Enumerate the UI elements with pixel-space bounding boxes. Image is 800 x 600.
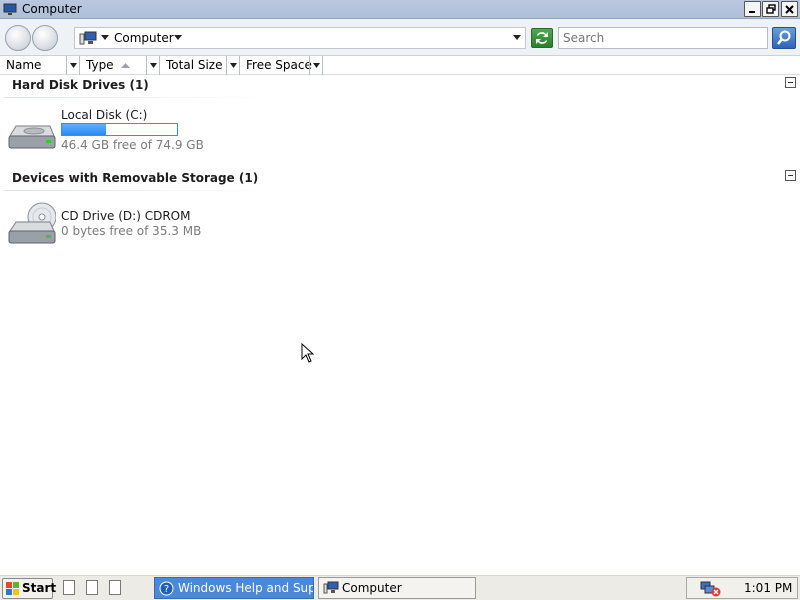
computer-icon — [79, 31, 97, 49]
disk-usage-fill — [62, 124, 106, 135]
maximize-button[interactable] — [762, 1, 779, 17]
minimize-icon — [749, 10, 755, 13]
restore-icon — [765, 4, 776, 14]
column-free-space[interactable]: Free Space — [240, 56, 323, 75]
cd-drive-icon[interactable] — [6, 201, 57, 249]
column-name[interactable]: Name — [0, 56, 80, 75]
search-box[interactable] — [558, 27, 768, 49]
collapse-group-button[interactable] — [785, 170, 796, 181]
chevron-down-icon — [313, 63, 320, 68]
breadcrumb[interactable]: Computer — [114, 31, 174, 45]
search-button[interactable] — [772, 27, 796, 49]
search-icon — [777, 30, 791, 45]
collapse-group-button[interactable] — [785, 77, 796, 88]
disk-usage-bar — [61, 123, 178, 136]
drive-free-space: 0 bytes free of 35.3 MB — [61, 224, 202, 238]
navigation-bar: Computer — [0, 19, 800, 56]
column-menu-button[interactable] — [146, 56, 160, 75]
drive-name[interactable]: CD Drive (D:) CDROM — [61, 209, 190, 223]
back-button[interactable] — [5, 25, 31, 51]
group-header-removable-storage[interactable]: Devices with Removable Storage (1) — [12, 171, 258, 185]
title-bar: Computer — [0, 0, 800, 19]
column-menu-button[interactable] — [66, 56, 80, 75]
svg-text:?: ? — [164, 584, 169, 595]
taskbar-button-help[interactable]: ? Windows Help and Sup... — [154, 577, 314, 599]
drive-free-space: 46.4 GB free of 74.9 GB — [61, 138, 204, 152]
windows-logo-icon — [6, 582, 19, 595]
chevron-down-icon[interactable] — [174, 35, 182, 40]
column-menu-button[interactable] — [226, 56, 240, 75]
quick-launch-icon[interactable] — [63, 580, 75, 595]
computer-icon — [3, 3, 17, 16]
quick-launch-icon[interactable] — [86, 580, 98, 595]
taskbar-button-computer[interactable]: Computer — [318, 577, 476, 599]
close-button[interactable] — [781, 1, 798, 17]
minimize-button[interactable] — [744, 1, 761, 17]
column-header: Name Type Total Size Free Space — [0, 56, 800, 75]
column-type[interactable]: Type — [80, 56, 160, 75]
chevron-down-icon — [230, 63, 237, 68]
system-tray: 1:01 PM — [686, 577, 798, 599]
group-header-hard-disks[interactable]: Hard Disk Drives (1) — [12, 78, 149, 92]
quick-launch-icon[interactable] — [109, 580, 121, 595]
search-input[interactable] — [559, 28, 767, 48]
close-icon — [785, 4, 794, 14]
start-button[interactable]: Start — [2, 578, 56, 599]
column-total-size[interactable]: Total Size — [160, 56, 240, 75]
chevron-down-icon — [70, 63, 77, 68]
drive-name[interactable]: Local Disk (C:) — [61, 108, 147, 122]
sort-ascending-icon — [121, 63, 130, 68]
refresh-icon — [536, 32, 548, 44]
group-divider — [4, 97, 272, 98]
network-status-icon[interactable] — [699, 581, 721, 597]
taskbar: Start ? Windows Help and Sup... Computer… — [0, 574, 800, 600]
clock[interactable]: 1:01 PM — [744, 581, 792, 595]
chevron-down-icon[interactable] — [101, 35, 109, 40]
help-icon: ? — [159, 581, 174, 596]
hard-drive-icon[interactable] — [6, 118, 56, 155]
column-menu-button[interactable] — [309, 56, 323, 75]
history-dropdown-icon[interactable] — [513, 35, 521, 40]
address-bar[interactable]: Computer — [74, 27, 526, 49]
refresh-button[interactable] — [531, 28, 553, 48]
window-title: Computer — [22, 2, 82, 16]
chevron-down-icon — [150, 63, 157, 68]
computer-icon — [323, 581, 339, 594]
group-divider — [4, 190, 272, 191]
forward-button[interactable] — [32, 25, 58, 51]
mouse-cursor-icon — [301, 342, 315, 366]
